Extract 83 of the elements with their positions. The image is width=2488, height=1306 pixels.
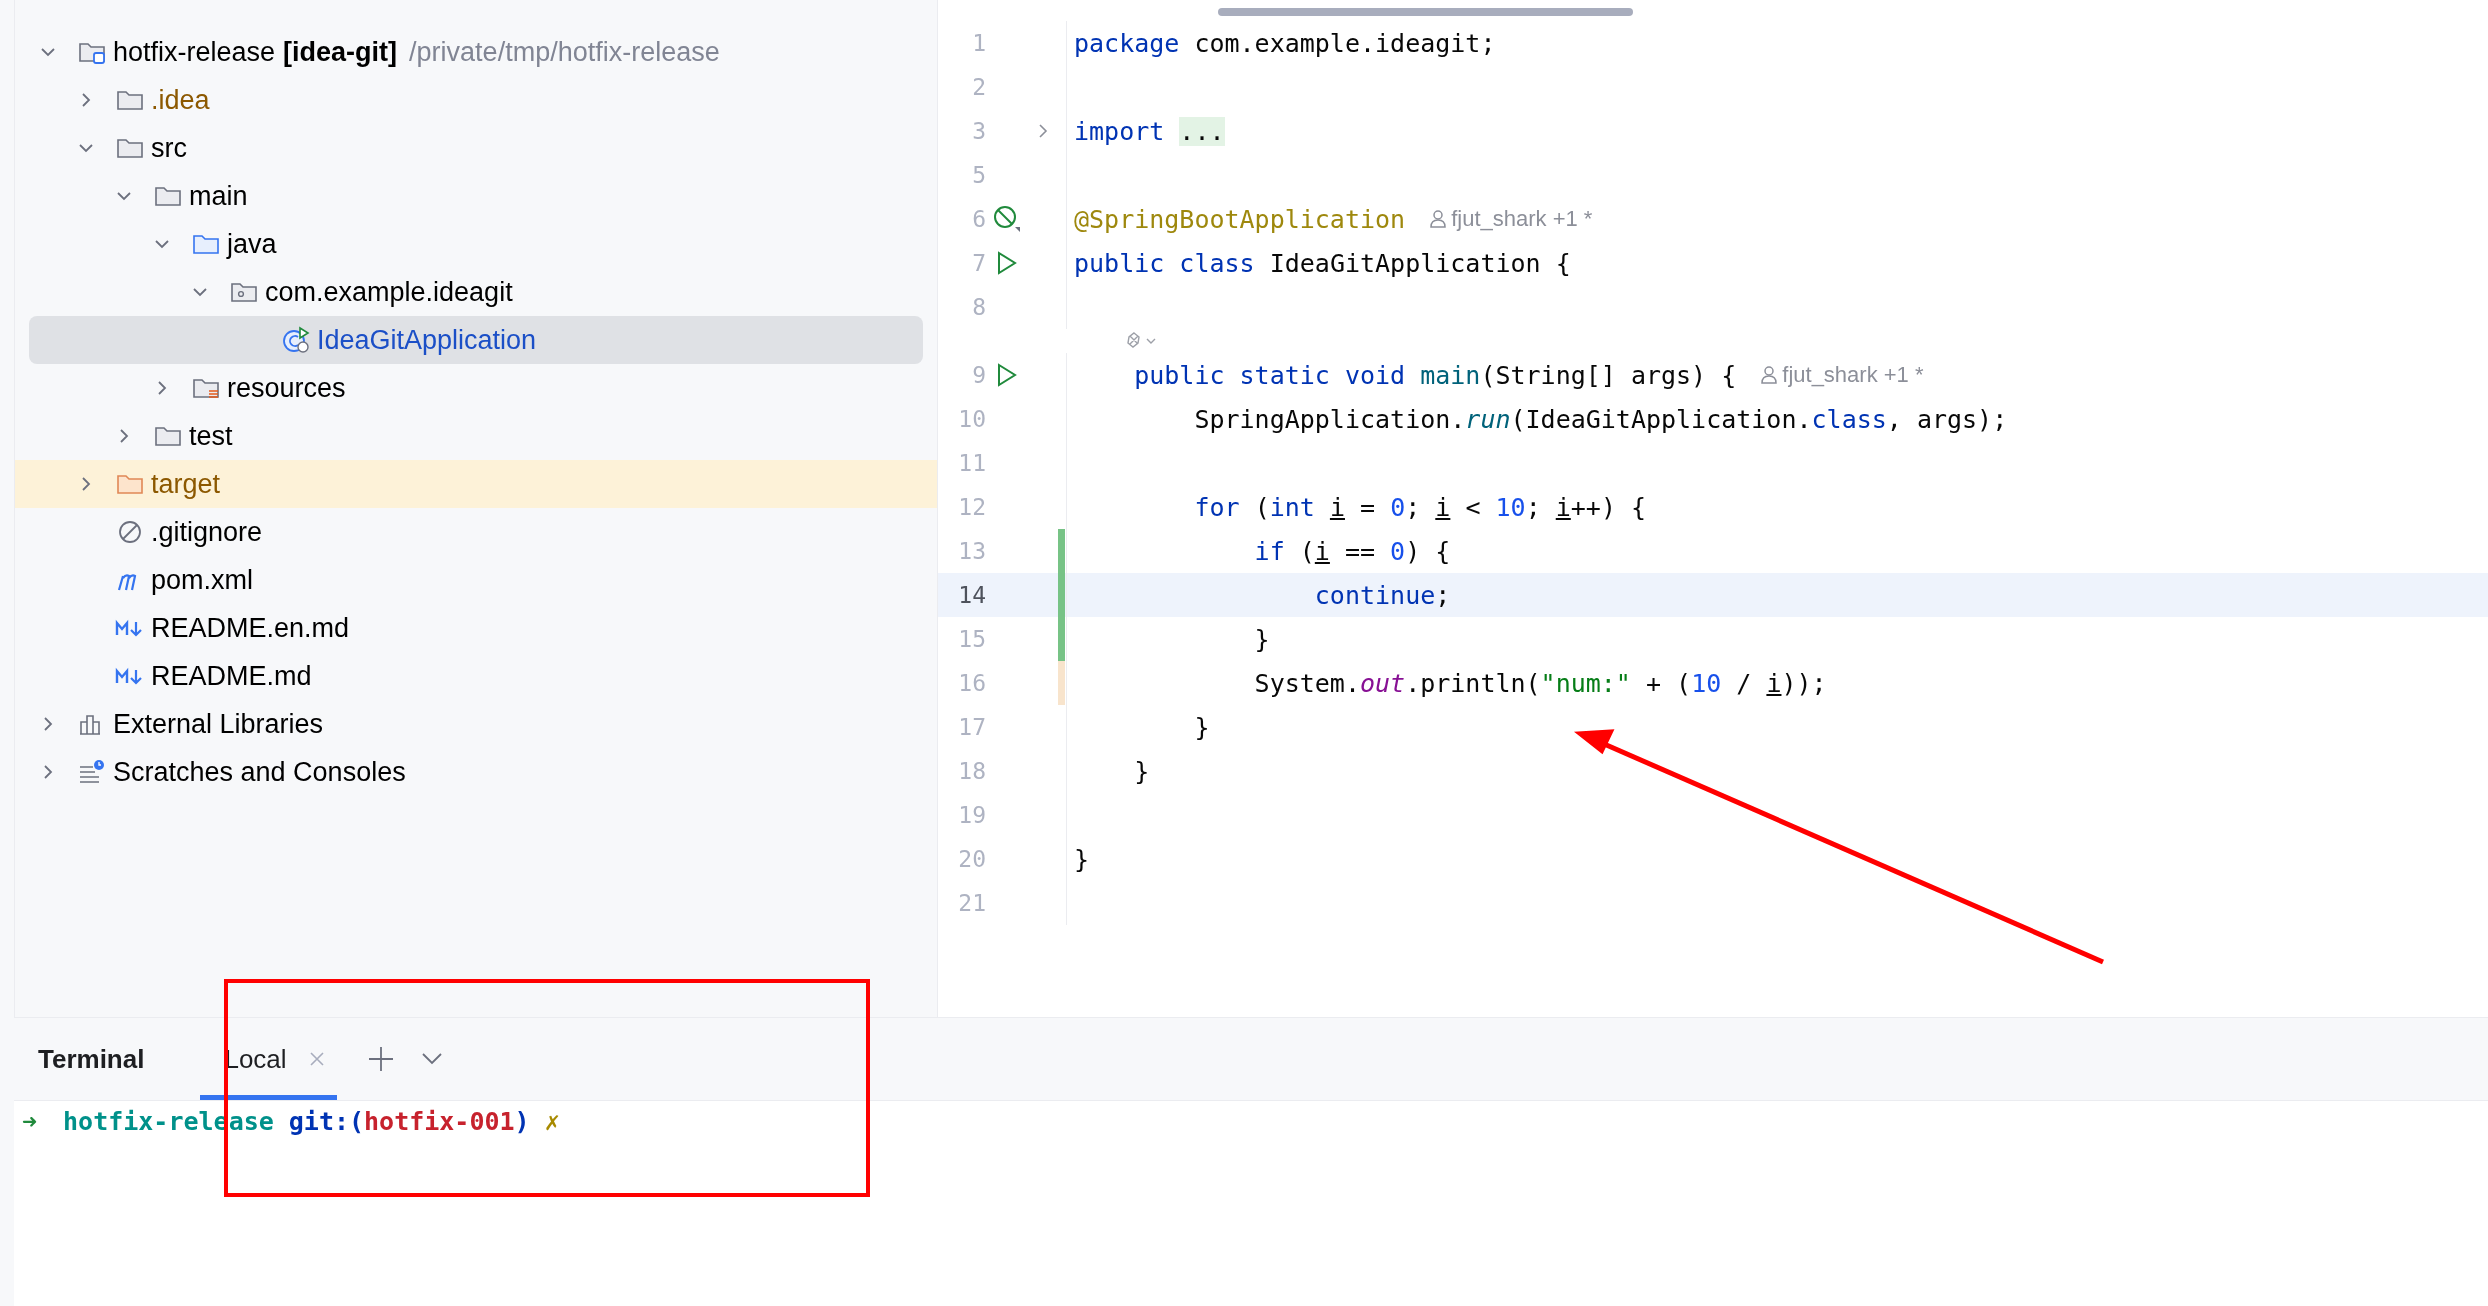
- change-marker[interactable]: [1058, 661, 1065, 705]
- code-text: public static void main(String[] args) {: [1133, 360, 1737, 390]
- item-label: External Libraries: [113, 708, 324, 740]
- line-number: 10: [957, 406, 986, 432]
- panel-title: Terminal: [38, 1043, 145, 1075]
- change-marker[interactable]: [1058, 617, 1065, 661]
- line-number: 14: [957, 582, 986, 608]
- person-icon[interactable]: [1760, 365, 1779, 385]
- line-number: 21: [957, 890, 986, 916]
- line-number: 7: [971, 250, 986, 276]
- code-text: SpringApplication.run(IdeaGitApplication.class, args);: [1193, 404, 2008, 434]
- code-text: }: [1133, 756, 1150, 786]
- person-icon[interactable]: [1429, 209, 1448, 229]
- line-number: 19: [957, 802, 986, 828]
- line-number: 1: [971, 30, 986, 56]
- chevron-down-icon[interactable]: [420, 1052, 443, 1066]
- line-number: 18: [957, 758, 986, 784]
- tree-item[interactable]: README.en.md: [15, 604, 937, 652]
- item-label: IdeaGitApplication: [317, 324, 537, 356]
- tree-item[interactable]: resources: [15, 364, 937, 412]
- line-number: 12: [957, 494, 986, 520]
- item-label: java: [227, 228, 277, 260]
- item-label: pom.xml: [151, 564, 253, 596]
- scrollbar-thumb[interactable]: [1218, 8, 1633, 16]
- code-text: if (i == 0) {: [1253, 536, 1451, 566]
- line-number: 16: [957, 670, 986, 696]
- line-number: 17: [957, 714, 986, 740]
- item-label: src: [151, 132, 187, 164]
- tree-item[interactable]: target: [15, 460, 937, 508]
- line-number: 11: [957, 450, 986, 476]
- tree-item[interactable]: main: [15, 172, 937, 220]
- code-text: package com.example.ideagit;: [1074, 28, 1496, 58]
- tree-item[interactable]: Scratches and Consoles: [15, 748, 937, 796]
- code-text: System.out.println("num:" + (10 / i));: [1253, 668, 1827, 698]
- scratches-icon: [77, 758, 107, 786]
- tree-item[interactable]: pom.xml: [15, 556, 937, 604]
- tree-item[interactable]: com.example.ideagit: [15, 268, 937, 316]
- line-number: 6: [971, 206, 986, 232]
- item-label: com.example.ideagit: [265, 276, 513, 308]
- tree-item[interactable]: hotfix-release [idea-git] /private/tmp/hotfix-release: [15, 28, 937, 76]
- line-number: 20: [957, 846, 986, 872]
- code-text: public class IdeaGitApplication {: [1074, 248, 1571, 278]
- item-label: resources: [227, 372, 346, 404]
- tree-item[interactable]: README.md: [15, 652, 937, 700]
- item-label: main: [189, 180, 248, 212]
- line-number: 8: [971, 294, 986, 320]
- line-number: 3: [971, 118, 986, 144]
- item-label: target: [151, 468, 221, 500]
- class-icon: [281, 326, 311, 354]
- change-marker[interactable]: [1058, 529, 1065, 573]
- line-number: 9: [971, 362, 986, 388]
- module-name: [idea-git]: [283, 36, 398, 68]
- item-label: .gitignore: [151, 516, 263, 548]
- tree-item[interactable]: .idea: [15, 76, 937, 124]
- tree-item[interactable]: test: [15, 412, 937, 460]
- line-number: 2: [971, 74, 986, 100]
- code-text: }: [1253, 624, 1270, 654]
- tree-item[interactable]: External Libraries: [15, 700, 937, 748]
- tree-item[interactable]: src: [15, 124, 937, 172]
- item-label: hotfix-release: [113, 36, 276, 68]
- line-number: 13: [957, 538, 986, 564]
- plus-icon[interactable]: [366, 1045, 395, 1073]
- code-text: import ...: [1074, 116, 1225, 146]
- line-number: 15: [957, 626, 986, 652]
- item-label: README.en.md: [151, 612, 350, 644]
- item-label: Scratches and Consoles: [113, 756, 406, 788]
- project-path: /private/tmp/hotfix-release: [409, 36, 720, 68]
- line-number: 5: [971, 162, 986, 188]
- tree-item[interactable]: IdeaGitApplication: [29, 316, 923, 364]
- run-icon[interactable]: [996, 363, 1018, 387]
- tree-item[interactable]: java: [15, 220, 937, 268]
- item-label: .idea: [151, 84, 210, 116]
- item-label: test: [189, 420, 233, 452]
- code-text: }: [1193, 712, 1210, 742]
- run-icon[interactable]: [996, 251, 1018, 275]
- item-label: README.md: [151, 660, 312, 692]
- prohibited-icon[interactable]: [993, 205, 1021, 233]
- code-text: for (int i = 0; i < 10; i++) {: [1193, 492, 1647, 522]
- code-text: continue;: [1313, 580, 1451, 610]
- code-text: }: [1074, 844, 1090, 874]
- tree-item[interactable]: .gitignore: [15, 508, 937, 556]
- code-text: @SpringBootApplication: [1074, 204, 1406, 234]
- chevron-right-icon[interactable]: [1036, 122, 1050, 140]
